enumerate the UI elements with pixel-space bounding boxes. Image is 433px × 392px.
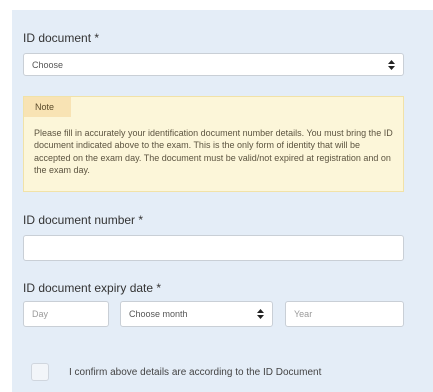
confirm-checkbox[interactable] xyxy=(31,363,49,381)
expiry-date-label: ID document expiry date * xyxy=(23,281,162,295)
expiry-month-select[interactable]: Choose month xyxy=(120,301,273,327)
up-down-arrows-icon xyxy=(388,59,395,70)
id-document-select[interactable]: Choose xyxy=(23,53,404,76)
id-document-selected-value: Choose xyxy=(32,59,64,70)
note-box: Note Please fill in accurately your iden… xyxy=(23,96,404,192)
id-number-label: ID document number * xyxy=(23,213,144,227)
id-number-input[interactable] xyxy=(23,235,404,261)
note-text: Please fill in accurately your identific… xyxy=(34,128,393,175)
confirm-label: I confirm above details are according to… xyxy=(69,367,322,378)
id-document-label: ID document * xyxy=(23,31,100,45)
note-title: Note xyxy=(24,97,71,117)
expiry-day-placeholder: Day xyxy=(32,309,49,319)
expiry-month-selected-value: Choose month xyxy=(129,309,188,319)
expiry-year-placeholder: Year xyxy=(294,309,313,319)
expiry-day-input[interactable]: Day xyxy=(23,301,109,327)
expiry-year-input[interactable]: Year xyxy=(285,301,404,327)
up-down-arrows-icon xyxy=(257,309,264,319)
